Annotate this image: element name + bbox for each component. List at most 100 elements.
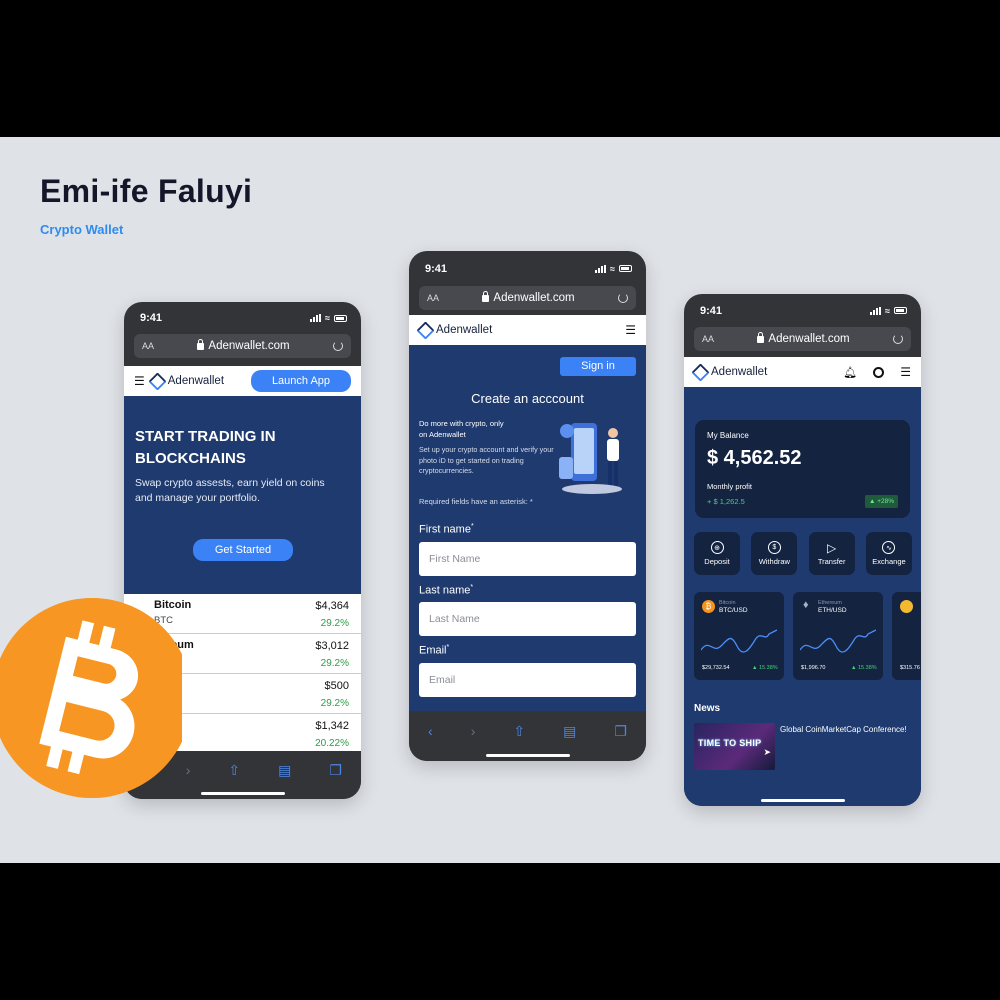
share-icon[interactable]: ⇧: [513, 723, 525, 740]
market-card-third[interactable]: $315.76: [892, 592, 921, 680]
menu-icon[interactable]: ☰: [134, 374, 145, 388]
signal-icon: [870, 306, 882, 315]
reload-icon[interactable]: [617, 293, 628, 303]
url-text: Adenwallet.com: [768, 333, 850, 345]
news-thumbnail[interactable]: TIME TO SHIP ➤: [694, 723, 775, 770]
status-bar: 9:41 ≈: [409, 251, 646, 286]
site-navbar: ☰ Adenwallet Launch App: [124, 366, 361, 396]
email-input[interactable]: Email: [419, 662, 636, 697]
reload-icon[interactable]: [332, 341, 343, 351]
url-text: Adenwallet.com: [208, 340, 290, 352]
address-bar[interactable]: AA Adenwallet.com: [419, 286, 636, 310]
wifi-icon: ≈: [610, 263, 615, 274]
text-size-button[interactable]: AA: [427, 293, 439, 303]
clock: 9:41: [700, 304, 723, 317]
lock-icon: [757, 331, 765, 343]
withdraw-button[interactable]: $ Withdraw: [751, 532, 798, 575]
signal-icon: [310, 314, 322, 322]
menu-icon[interactable]: ☰: [900, 365, 911, 379]
btc-sparkline: [701, 629, 777, 653]
first-name-label: First name: [419, 523, 471, 536]
bookmarks-icon[interactable]: ▤: [563, 723, 576, 740]
home-indicator: [760, 799, 845, 802]
withdraw-icon: $: [767, 541, 781, 554]
text-size-button[interactable]: AA: [142, 341, 154, 351]
ethereum-icon: ♦: [803, 599, 809, 611]
forward-icon[interactable]: ›: [186, 762, 191, 778]
logo-mark-icon: [691, 362, 710, 382]
eth-sparkline: [800, 629, 876, 653]
sign-in-button[interactable]: Sign in: [560, 357, 636, 376]
first-name-input[interactable]: First Name: [419, 541, 636, 576]
news-headline[interactable]: Global CoinMarketCap Conference!: [780, 725, 907, 734]
email-label: Email: [419, 644, 447, 657]
phone-dashboard: 9:41 ≈ AA Adenwallet.com Adenwallet 🔔︎ ☰…: [684, 294, 921, 806]
hero-section: START TRADING IN BLOCKCHAINS Swap crypto…: [124, 396, 361, 594]
dashboard-body: My Balance $ 4,562.52 Monthly profit + $…: [684, 387, 921, 806]
required-note: Required fields have an asterisk: *: [419, 497, 533, 506]
site-navbar: Adenwallet ☰: [409, 315, 646, 345]
logo-mark-icon: [416, 320, 435, 340]
get-started-button[interactable]: Get Started: [193, 539, 293, 561]
logo-mark-icon: [148, 371, 167, 391]
bell-icon[interactable]: 🔔︎: [843, 366, 857, 379]
launch-app-button[interactable]: Launch App: [251, 370, 351, 392]
clock: 9:41: [425, 262, 448, 275]
transfer-button[interactable]: ▷ Transfer: [808, 532, 855, 575]
hero-text: Swap crypto assests, earn yield on coins…: [135, 477, 325, 504]
deposit-button[interactable]: ⊕ Deposit: [694, 532, 740, 575]
signal-icon: [595, 264, 607, 273]
lock-icon: [482, 290, 490, 302]
balance-label: My Balance: [707, 431, 749, 440]
last-name-input[interactable]: Last Name: [419, 602, 636, 637]
url-text: Adenwallet.com: [493, 292, 575, 304]
brand-logo[interactable]: Adenwallet: [416, 320, 492, 340]
deposit-icon: ⊕: [710, 541, 724, 554]
phone-signup: 9:41 ≈ AA Adenwallet.com Adenwallet ☰ Si…: [409, 251, 646, 761]
clock: 9:41: [140, 312, 163, 324]
showcase-canvas: Emi-ife Faluyi Crypto Wallet 9:41 ≈ AA A…: [0, 137, 1000, 863]
wifi-icon: ≈: [325, 313, 330, 323]
market-card-eth[interactable]: ♦ Ethereum ETH/USD $1,996.70 ▲ 15.38%: [793, 592, 883, 680]
profit-badge: ▲ +28%: [865, 495, 898, 508]
bookmarks-icon[interactable]: ▤: [278, 762, 291, 779]
tabs-icon[interactable]: ❐: [329, 762, 342, 779]
form-title: Create an acccount: [471, 391, 584, 406]
battery-icon: [894, 307, 907, 314]
address-bar[interactable]: AA Adenwallet.com: [134, 334, 351, 358]
market-card-btc[interactable]: ₿ Bitcoin BTC/USD $29,732.54 ▲ 15.38%: [694, 592, 784, 680]
battery-icon: [619, 265, 632, 272]
hero-title: START TRADING IN BLOCKCHAINS: [135, 428, 276, 467]
balance-card: My Balance $ 4,562.52 Monthly profit + $…: [695, 420, 910, 518]
brand-logo[interactable]: Adenwallet: [691, 362, 767, 382]
status-bar: 9:41 ≈: [684, 294, 921, 327]
rocket-icon: ➤: [763, 747, 771, 757]
quick-actions: ⊕ Deposit $ Withdraw ▷ Transfer ∿ Exchange: [694, 532, 912, 575]
profile-icon[interactable]: [873, 366, 885, 378]
market-cards: ₿ Bitcoin BTC/USD $29,732.54 ▲ 15.38% ♦ …: [694, 592, 921, 682]
news-title: News: [694, 703, 721, 714]
bitcoin-icon: ₿: [702, 600, 715, 613]
form-lead: Do more with crypto, only on Adenwallet: [419, 419, 504, 439]
reload-icon[interactable]: [892, 334, 903, 344]
site-navbar: Adenwallet 🔔︎ ☰: [684, 357, 921, 387]
page-subtitle: Crypto Wallet: [40, 222, 124, 237]
back-icon[interactable]: ‹: [428, 723, 433, 739]
share-icon[interactable]: ⇧: [228, 762, 240, 779]
menu-icon[interactable]: ☰: [625, 323, 636, 337]
last-name-label: Last name: [419, 584, 471, 597]
coin-icon: [900, 600, 913, 613]
brand-logo[interactable]: Adenwallet: [148, 371, 224, 391]
home-indicator: [485, 754, 570, 757]
home-indicator: [200, 792, 285, 795]
text-size-button[interactable]: AA: [702, 334, 714, 344]
profit-amount: + $ 1,262.5: [707, 497, 745, 506]
form-desc: Set up your crypto account and verify yo…: [419, 445, 554, 475]
tabs-icon[interactable]: ❐: [614, 723, 627, 740]
address-bar[interactable]: AA Adenwallet.com: [694, 327, 911, 351]
forward-icon[interactable]: ›: [471, 723, 476, 739]
exchange-button[interactable]: ∿ Exchange: [865, 532, 912, 575]
browser-toolbar: ‹ › ⇧ ▤ ❐: [409, 711, 646, 761]
status-bar: 9:41 ≈: [124, 302, 361, 334]
lock-icon: [197, 338, 205, 350]
